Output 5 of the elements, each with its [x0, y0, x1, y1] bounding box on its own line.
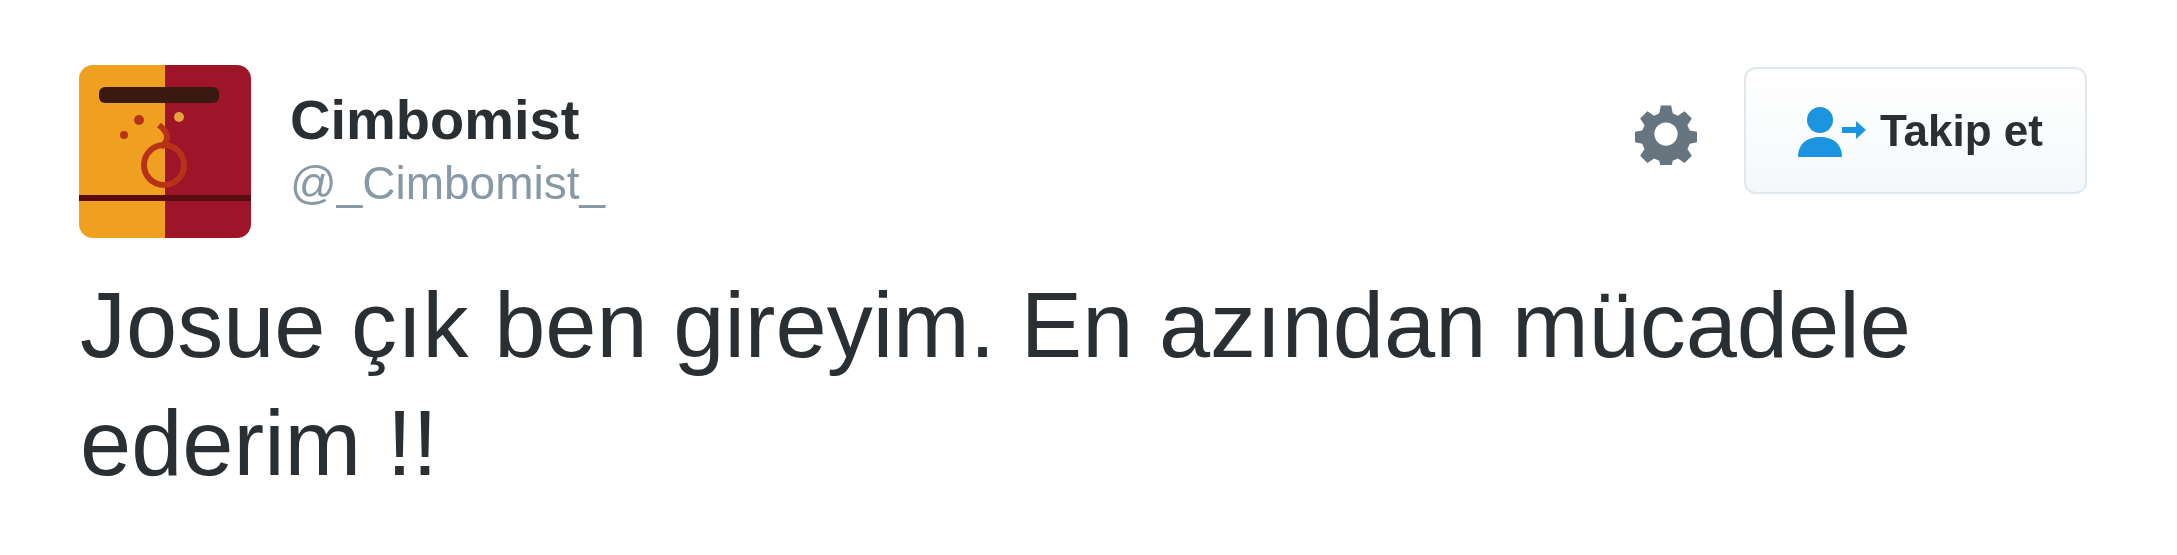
- follow-button[interactable]: Takip et: [1744, 67, 2087, 194]
- add-user-icon: [1798, 104, 1866, 157]
- settings-icon[interactable]: [1635, 103, 1697, 165]
- tweet-text: Josue çık ben gireyim. En azından mücadele ederim !!: [80, 273, 1912, 496]
- author-name[interactable]: Cimbomist: [290, 87, 606, 153]
